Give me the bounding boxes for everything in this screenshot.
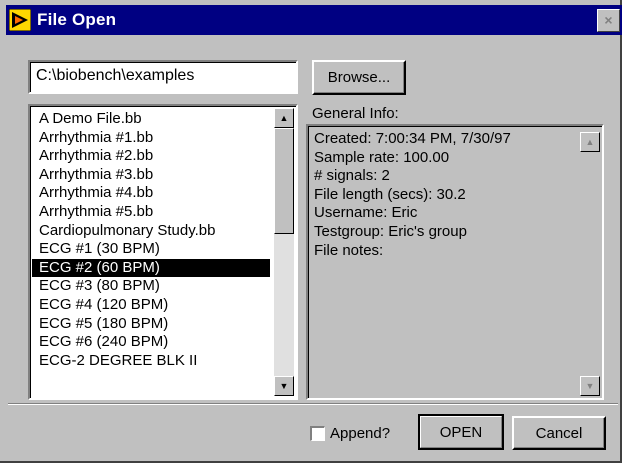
info-line: File notes: [314, 241, 384, 259]
list-item[interactable]: ECG #5 (180 BPM) [32, 315, 270, 334]
cancel-button[interactable]: Cancel [512, 416, 606, 450]
general-info-panel: Created: 7:00:34 PM, 7/30/97 Sample rate:… [306, 124, 604, 400]
general-info-text: Created: 7:00:34 PM, 7/30/97 Sample rate:… [314, 130, 511, 260]
browse-button[interactable]: Browse... [312, 60, 406, 95]
title-bar[interactable]: File Open × [6, 5, 622, 35]
list-item[interactable]: ECG #2 (60 BPM) [32, 258, 270, 278]
file-list-scrollbar[interactable]: ▲ ▼ [274, 108, 294, 396]
list-item[interactable]: Arrhythmia #4.bb [32, 184, 270, 203]
arrow-up-icon: ▲ [585, 137, 595, 147]
list-item[interactable]: ECG #3 (80 BPM) [32, 277, 270, 296]
append-checkbox[interactable]: Append? [310, 425, 390, 442]
info-line: # signals: 2 [314, 167, 390, 185]
info-line: Created: 7:00:34 PM, 7/30/97 [314, 130, 511, 147]
list-item[interactable]: ECG #1 (30 BPM) [32, 240, 270, 259]
info-line: Sample rate: 100.00 [314, 148, 450, 166]
list-item[interactable]: ECG #6 (240 BPM) [32, 333, 270, 352]
file-list-scroll-thumb[interactable] [274, 128, 294, 234]
list-item[interactable]: ECG-2 DEGREE BLK II [32, 352, 270, 371]
info-line: Testgroup: Eric's group [314, 222, 467, 240]
append-label: Append? [330, 425, 391, 442]
list-item[interactable]: Arrhythmia #3.bb [32, 166, 270, 185]
window-frame [0, 0, 6, 461]
arrow-up-icon: ▲ [279, 113, 289, 123]
info-scrollbar[interactable]: ▲ ▼ [580, 128, 600, 396]
path-field[interactable]: C:\biobench\examples [28, 60, 298, 94]
arrow-down-icon: ▼ [585, 381, 595, 391]
list-item[interactable]: Arrhythmia #2.bb [32, 147, 270, 166]
close-icon: × [604, 12, 613, 28]
file-list-items: A Demo File.bb Arrhythmia #1.bb Arrhythmia… [32, 110, 270, 370]
close-button[interactable]: × [597, 9, 620, 32]
info-line: Username: Eric [314, 204, 418, 222]
file-list-scroll-down-button[interactable]: ▼ [274, 376, 294, 396]
list-item[interactable]: Arrhythmia #1.bb [32, 129, 270, 148]
info-scroll-down-button[interactable]: ▼ [580, 376, 600, 396]
info-line: File length (secs): 30.2 [314, 185, 466, 203]
list-item[interactable]: Cardiopulmonary Study.bb [32, 222, 270, 241]
arrow-down-icon: ▼ [279, 381, 289, 391]
list-item[interactable]: ECG #4 (120 BPM) [32, 296, 270, 315]
file-list[interactable]: A Demo File.bb Arrhythmia #1.bb Arrhythmia… [28, 104, 298, 400]
general-info-label: General Info: [312, 105, 399, 122]
open-button[interactable]: OPEN [418, 414, 504, 450]
labview-vi-icon [9, 9, 31, 31]
list-item[interactable]: Arrhythmia #5.bb [32, 203, 270, 222]
list-item[interactable]: A Demo File.bb [32, 110, 270, 129]
info-scroll-up-button[interactable]: ▲ [580, 132, 600, 152]
file-open-dialog: File Open × C:\biobench\examples Browse.… [0, 0, 622, 463]
window-title: File Open [37, 10, 117, 29]
file-list-scroll-up-button[interactable]: ▲ [274, 108, 294, 128]
separator [8, 403, 618, 405]
checkbox-box[interactable] [310, 426, 325, 441]
